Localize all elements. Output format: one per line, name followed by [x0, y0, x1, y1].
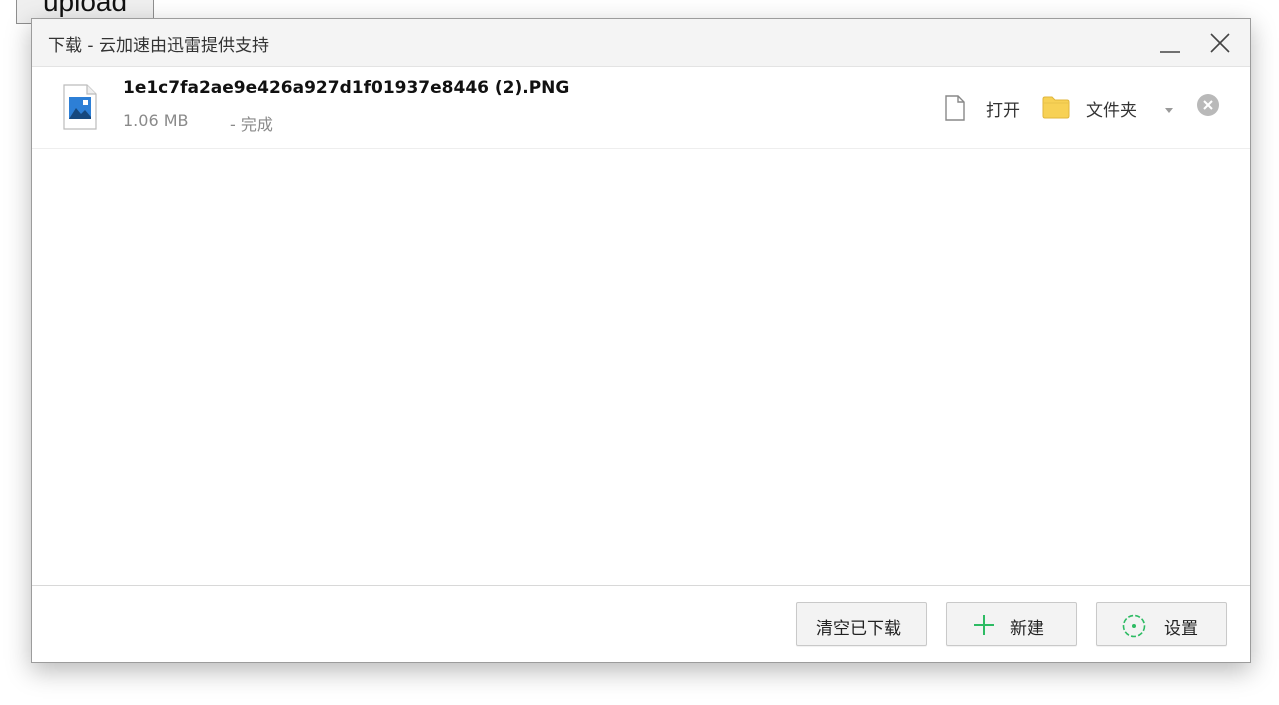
dropdown-arrow-icon[interactable] [1163, 101, 1175, 120]
settings-button[interactable]: 设置 [1096, 602, 1227, 646]
close-button[interactable] [1204, 27, 1236, 59]
settings-label: 设置 [1164, 619, 1198, 639]
gear-icon [1121, 613, 1147, 643]
document-icon [942, 93, 968, 127]
download-dialog: 下载 - 云加速由迅雷提供支持 1e1c7fa2ae9e426a927d1f01… [31, 18, 1251, 663]
folder-label: 文件夹 [1086, 101, 1137, 121]
dialog-footer: 清空已下载 新建 设置 [32, 585, 1250, 662]
minimize-icon [1160, 51, 1180, 53]
folder-icon [1042, 95, 1070, 123]
dialog-title: 下载 - 云加速由迅雷提供支持 [48, 36, 269, 56]
plus-icon [972, 613, 996, 641]
open-label: 打开 [986, 101, 1020, 121]
clear-downloads-label: 清空已下载 [816, 619, 901, 639]
clear-downloads-button[interactable]: 清空已下载 [796, 602, 927, 646]
new-download-label: 新建 [1010, 619, 1044, 639]
download-item: 1e1c7fa2ae9e426a927d1f01937e8446 (2).PNG… [32, 67, 1250, 149]
image-file-icon [62, 84, 98, 134]
file-name[interactable]: 1e1c7fa2ae9e426a927d1f01937e8446 (2).PNG [123, 78, 569, 98]
file-size: 1.06 MB [123, 111, 189, 130]
new-download-button[interactable]: 新建 [946, 602, 1077, 646]
download-status: - 完成 [230, 115, 273, 134]
remove-circle-icon[interactable] [1196, 93, 1220, 121]
minimize-button[interactable] [1154, 27, 1186, 59]
close-icon [1210, 33, 1230, 53]
dialog-titlebar: 下载 - 云加速由迅雷提供支持 [32, 19, 1250, 67]
